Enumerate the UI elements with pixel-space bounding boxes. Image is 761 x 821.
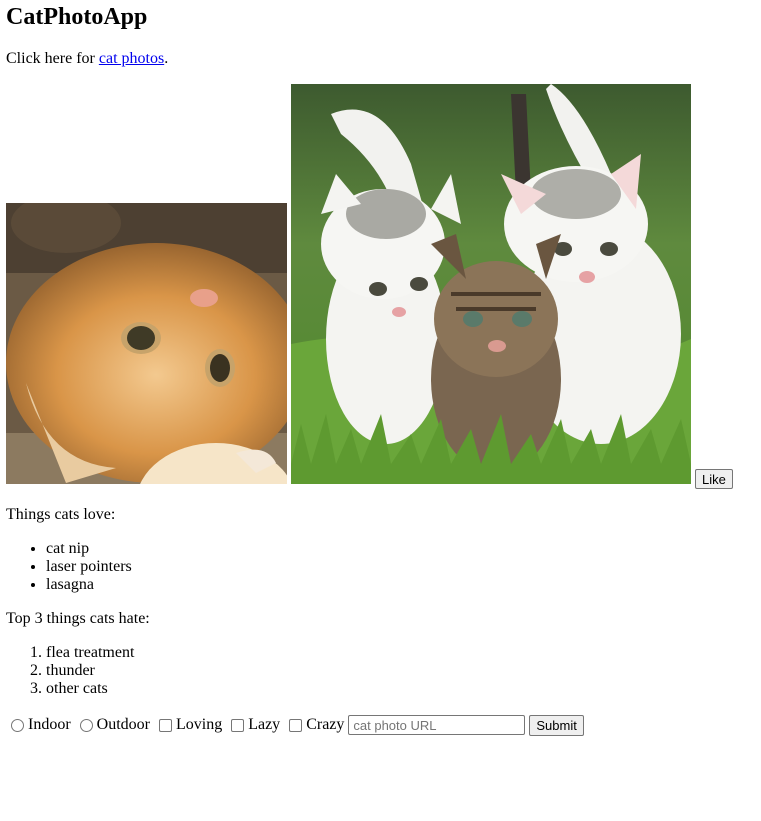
loving-option[interactable]: Loving	[154, 716, 222, 734]
indoor-option[interactable]: Indoor	[6, 716, 71, 734]
cats-hate-list: flea treatment thunder other cats	[6, 644, 134, 698]
outdoor-option[interactable]: Outdoor	[75, 716, 150, 734]
hate-item: thunder	[46, 662, 134, 680]
hate-heading: Top 3 things cats hate:	[6, 610, 150, 627]
intro-prefix: Click here for	[6, 50, 99, 67]
intro-suffix: .	[164, 50, 169, 67]
intro-text: Click here for cat photos.	[6, 50, 755, 68]
love-item: cat nip	[46, 540, 132, 558]
hate-item: flea treatment	[46, 644, 134, 662]
love-item: laser pointers	[46, 558, 132, 576]
love-heading: Things cats love:	[6, 506, 116, 523]
cat-photos-link[interactable]: cat photos	[99, 50, 164, 67]
page: CatPhotoApp Click here for cat photos.	[0, 0, 761, 68]
crazy-option[interactable]: Crazy	[284, 716, 344, 734]
indoor-label: Indoor	[28, 716, 71, 733]
outdoor-radio[interactable]	[79, 718, 93, 732]
relaxing-cat-image[interactable]	[6, 203, 287, 484]
lazy-option[interactable]: Lazy	[226, 716, 280, 734]
lazy-label: Lazy	[248, 716, 281, 733]
crazy-checkbox[interactable]	[289, 718, 303, 732]
kittens-image[interactable]	[291, 84, 691, 484]
indoor-radio[interactable]	[11, 718, 24, 732]
outdoor-label: Outdoor	[96, 716, 150, 733]
page-title: CatPhotoApp	[6, 4, 148, 30]
orange-kitten-picture	[6, 203, 287, 484]
three-kittens-picture	[291, 84, 691, 484]
crazy-label: Crazy	[306, 716, 345, 733]
cats-love-list: cat nip laser pointers lasagna	[6, 540, 132, 594]
cat-photo-url-input[interactable]	[348, 715, 526, 735]
like-button[interactable]: Like	[695, 469, 733, 489]
submit-button[interactable]: Submit	[529, 714, 584, 736]
hate-item: other cats	[46, 680, 134, 698]
lazy-checkbox[interactable]	[231, 718, 245, 732]
loving-label: Loving	[175, 716, 223, 733]
loving-checkbox[interactable]	[158, 718, 172, 732]
photo-gallery: Like	[6, 84, 746, 489]
cat-photo-form: Indoor Outdoor Loving Lazy Crazy Submit	[6, 714, 584, 736]
love-item: lasagna	[46, 576, 132, 594]
